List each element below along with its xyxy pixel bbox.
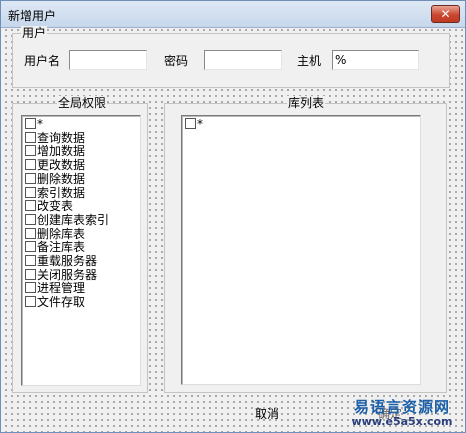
checkbox[interactable] [25, 186, 36, 198]
perm-item[interactable]: * [25, 117, 43, 131]
perm-item-label: 关闭服务器 [37, 267, 98, 282]
window-title: 新增用户 [8, 9, 57, 23]
db-list-group: 库列表 * [164, 96, 447, 393]
perm-item[interactable]: 重载服务器 [25, 254, 97, 268]
perm-item-label: 文件存取 [37, 295, 86, 310]
checkbox[interactable] [25, 282, 36, 294]
db-list-legend: 库列表 [287, 96, 326, 110]
perm-item-label: 查询数据 [37, 130, 86, 145]
checkbox[interactable] [25, 159, 36, 171]
perm-item-label: 更改数据 [37, 158, 86, 173]
watermark-logo: 易语言资源网 [353, 398, 450, 416]
perm-item-label: 进程管理 [37, 281, 86, 296]
db-item[interactable]: * [185, 117, 203, 131]
host-field[interactable]: % [332, 50, 419, 70]
user-group: 用户 用户名 密码 主机 % [12, 26, 450, 88]
global-perms-legend: 全局权限 [57, 96, 108, 110]
perm-item[interactable]: 创建库表索引 [25, 213, 109, 227]
password-field[interactable] [204, 50, 282, 70]
perm-item-label: 删除数据 [37, 171, 86, 186]
watermark-url: www.e5a5x.com [351, 415, 453, 428]
perm-item-label: * [37, 117, 43, 131]
user-group-legend: 用户 [21, 26, 48, 40]
checkbox[interactable] [25, 145, 36, 157]
username-label: 用户名 [24, 54, 61, 68]
host-label: 主机 [297, 54, 322, 68]
perm-item-label: 增加数据 [37, 144, 86, 159]
perm-item[interactable]: 关闭服务器 [25, 268, 97, 282]
checkbox[interactable] [25, 268, 36, 280]
perm-item[interactable]: 索引数据 [25, 186, 85, 200]
perm-item[interactable]: 删除库表 [25, 227, 85, 241]
perm-item-label: 改变表 [37, 199, 74, 214]
perm-item[interactable]: 文件存取 [25, 295, 85, 309]
checkbox[interactable] [25, 200, 36, 212]
perm-item[interactable]: 更改数据 [25, 158, 85, 172]
checkbox[interactable] [25, 131, 36, 143]
checkbox[interactable] [25, 118, 36, 129]
perm-item[interactable]: 改变表 [25, 199, 73, 213]
perm-item-label: 索引数据 [37, 185, 86, 200]
close-icon: ✕ [440, 7, 451, 21]
checkbox[interactable] [185, 118, 196, 129]
checkbox[interactable] [25, 227, 36, 239]
checkbox[interactable] [25, 172, 36, 184]
password-label: 密码 [164, 54, 189, 68]
perm-item[interactable]: 进程管理 [25, 281, 85, 295]
perm-item-label: 删除库表 [37, 226, 86, 241]
global-perms-group: 全局权限 * 查询数据 增加数据 更改数据 删除数据 索引数据 改变表 创建库表索引 删除库表备… [12, 96, 148, 393]
perm-item[interactable]: 查询数据 [25, 131, 85, 145]
title-bar[interactable]: 新增用户 ✕ [1, 1, 465, 28]
perm-item[interactable]: 备注库表 [25, 240, 85, 254]
perm-item-label: 创建库表索引 [37, 212, 110, 227]
checkbox[interactable] [25, 213, 36, 225]
cancel-button[interactable]: 取消 [245, 403, 289, 425]
checkbox[interactable] [25, 296, 36, 308]
username-field[interactable] [69, 50, 147, 70]
global-perms-list[interactable]: * 查询数据 增加数据 更改数据 删除数据 索引数据 改变表 创建库表索引 删除库表 备注库表 重载… [21, 115, 141, 386]
dialog-window: 新增用户 ✕ 用户 用户名 密码 主机 % 全局权限 * 查询数据 增加数据 更改数据… [0, 0, 466, 433]
perm-item[interactable]: 增加数据 [25, 144, 85, 158]
close-button[interactable]: ✕ [431, 5, 460, 23]
db-item-label: * [197, 117, 203, 131]
perm-item[interactable]: 删除数据 [25, 172, 85, 186]
db-list[interactable]: * [181, 115, 421, 385]
checkbox[interactable] [25, 255, 36, 266]
perm-item-label: 重载服务器 [37, 254, 98, 268]
checkbox[interactable] [25, 241, 36, 253]
perm-item-label: 备注库表 [37, 240, 86, 255]
